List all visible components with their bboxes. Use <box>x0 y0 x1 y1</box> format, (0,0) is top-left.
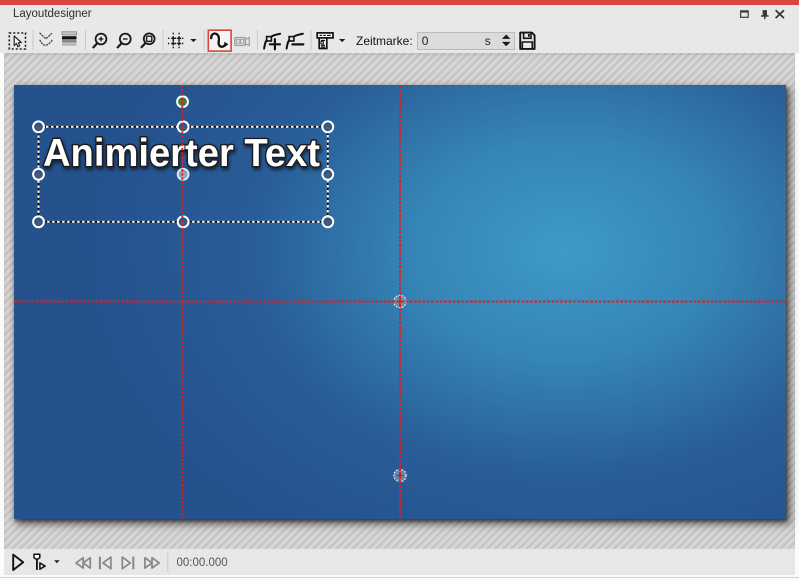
svg-text:00:00.000: 00:00.000 <box>177 557 228 569</box>
